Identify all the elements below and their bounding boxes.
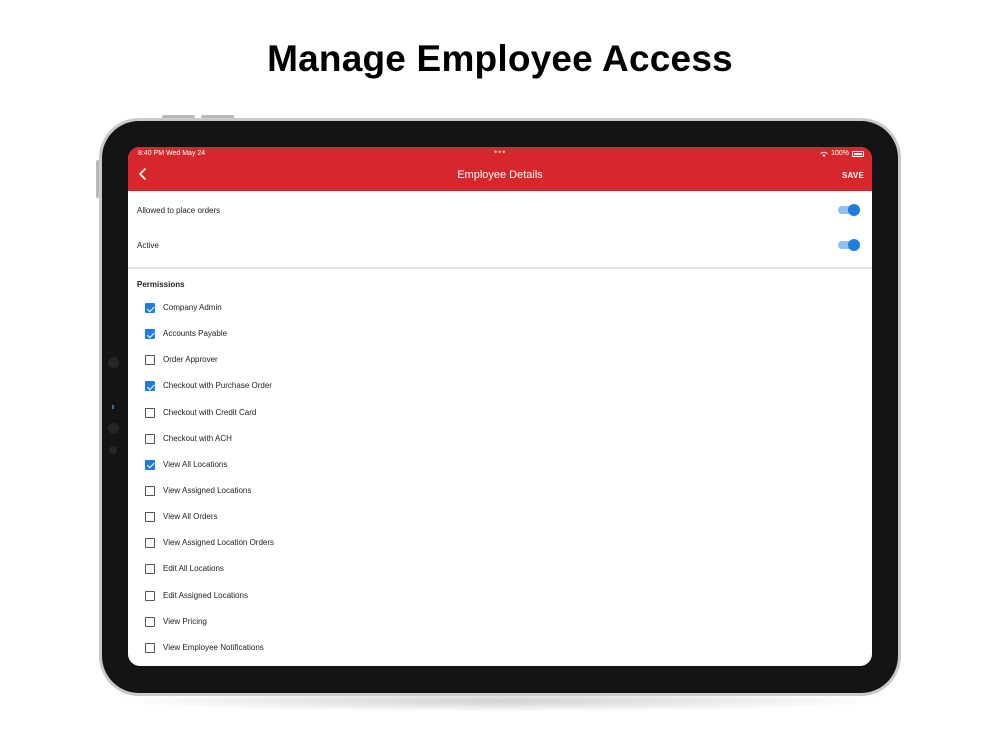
permission-label: View Assigned Location Orders xyxy=(163,538,275,548)
checkbox-unchecked[interactable] xyxy=(145,564,155,575)
checkbox-unchecked[interactable] xyxy=(145,616,155,627)
permission-label: View Assigned Locations xyxy=(163,485,252,495)
checkbox-unchecked[interactable] xyxy=(145,512,155,523)
permission-label: View All Orders xyxy=(163,512,218,522)
checkbox-unchecked[interactable] xyxy=(145,433,155,444)
checkbox-unchecked[interactable] xyxy=(145,407,155,418)
status-time: 8:40 PM Wed May 24 xyxy=(138,150,206,157)
permission-label: Company Admin xyxy=(163,303,222,312)
permission-row[interactable]: View Assigned Location Orders xyxy=(128,530,872,556)
multitasking-dots-icon[interactable]: ••• xyxy=(494,147,506,157)
permission-label: View All Locations xyxy=(163,459,228,469)
camera-indicator-icon xyxy=(112,405,114,409)
wifi-icon xyxy=(820,151,828,157)
permission-row[interactable]: View Employee Notifications xyxy=(128,635,872,661)
page-headline: Manage Employee Access xyxy=(267,38,733,79)
permissions-list: Company Admin Accounts Payable Order Appro… xyxy=(128,295,872,661)
permission-row[interactable]: Checkout with Credit Card xyxy=(128,400,872,426)
permissions-title: Permissions xyxy=(137,280,185,289)
checkbox-unchecked[interactable] xyxy=(145,485,155,496)
permission-row[interactable]: Order Approver xyxy=(128,347,872,373)
section-divider xyxy=(128,267,872,269)
app-bar: 8:40 PM Wed May 24 ••• 100% Employee Det… xyxy=(128,147,872,191)
battery-percentage: 100% xyxy=(831,150,849,157)
status-indicators: 100% xyxy=(820,150,864,157)
permission-label: Edit All Locations xyxy=(163,564,224,574)
app-screen: 8:40 PM Wed May 24 ••• 100% Employee Det… xyxy=(128,147,872,666)
camera-lens-icon xyxy=(108,357,119,368)
permission-label: Order Approver xyxy=(163,355,218,365)
toggle-row-allowed-to-place-orders: Allowed to place orders xyxy=(128,194,872,228)
permission-label: Checkout with ACH xyxy=(163,433,232,443)
checkbox-checked[interactable] xyxy=(145,303,155,313)
permission-row[interactable]: View All Locations xyxy=(128,452,872,478)
checkbox-unchecked[interactable] xyxy=(145,590,155,601)
checkbox-unchecked[interactable] xyxy=(145,642,155,653)
toggle-row-active: Active xyxy=(128,229,872,263)
allowed-to-place-orders-toggle[interactable] xyxy=(838,204,860,216)
permission-row[interactable]: Company Admin xyxy=(128,295,872,321)
camera-flash-icon xyxy=(109,446,117,454)
screen-title: Employee Details xyxy=(457,169,543,181)
active-toggle[interactable] xyxy=(838,239,860,251)
checkbox-checked[interactable] xyxy=(145,329,155,340)
toggle-label: Active xyxy=(137,241,159,250)
permission-label: Edit Assigned Locations xyxy=(163,590,248,600)
permission-label: Checkout with Purchase Order xyxy=(163,381,272,391)
permission-row[interactable]: View Pricing xyxy=(128,609,872,635)
permission-row[interactable]: View Assigned Locations xyxy=(128,478,872,504)
permission-row[interactable]: Edit Assigned Locations xyxy=(128,583,872,609)
permission-label: View Employee Notifications xyxy=(163,642,264,652)
permission-row[interactable]: Checkout with ACH xyxy=(128,426,872,452)
permission-row[interactable]: Checkout with Purchase Order xyxy=(128,373,872,399)
checkbox-unchecked[interactable] xyxy=(145,355,155,366)
permission-row[interactable]: Accounts Payable xyxy=(128,321,872,347)
checkbox-unchecked[interactable] xyxy=(145,538,155,549)
camera-sensor-icon xyxy=(108,423,119,434)
checkbox-checked[interactable] xyxy=(145,381,155,392)
toggle-label: Allowed to place orders xyxy=(137,206,221,215)
permission-row[interactable]: Edit All Locations xyxy=(128,556,872,582)
save-button[interactable]: SAVE xyxy=(842,171,864,180)
permission-label: View Pricing xyxy=(163,616,207,626)
checkbox-checked[interactable] xyxy=(145,459,155,470)
permission-row[interactable]: View All Orders xyxy=(128,504,872,530)
permission-label: Accounts Payable xyxy=(163,329,228,339)
battery-icon xyxy=(852,150,864,157)
permission-label: Checkout with Credit Card xyxy=(163,407,257,417)
